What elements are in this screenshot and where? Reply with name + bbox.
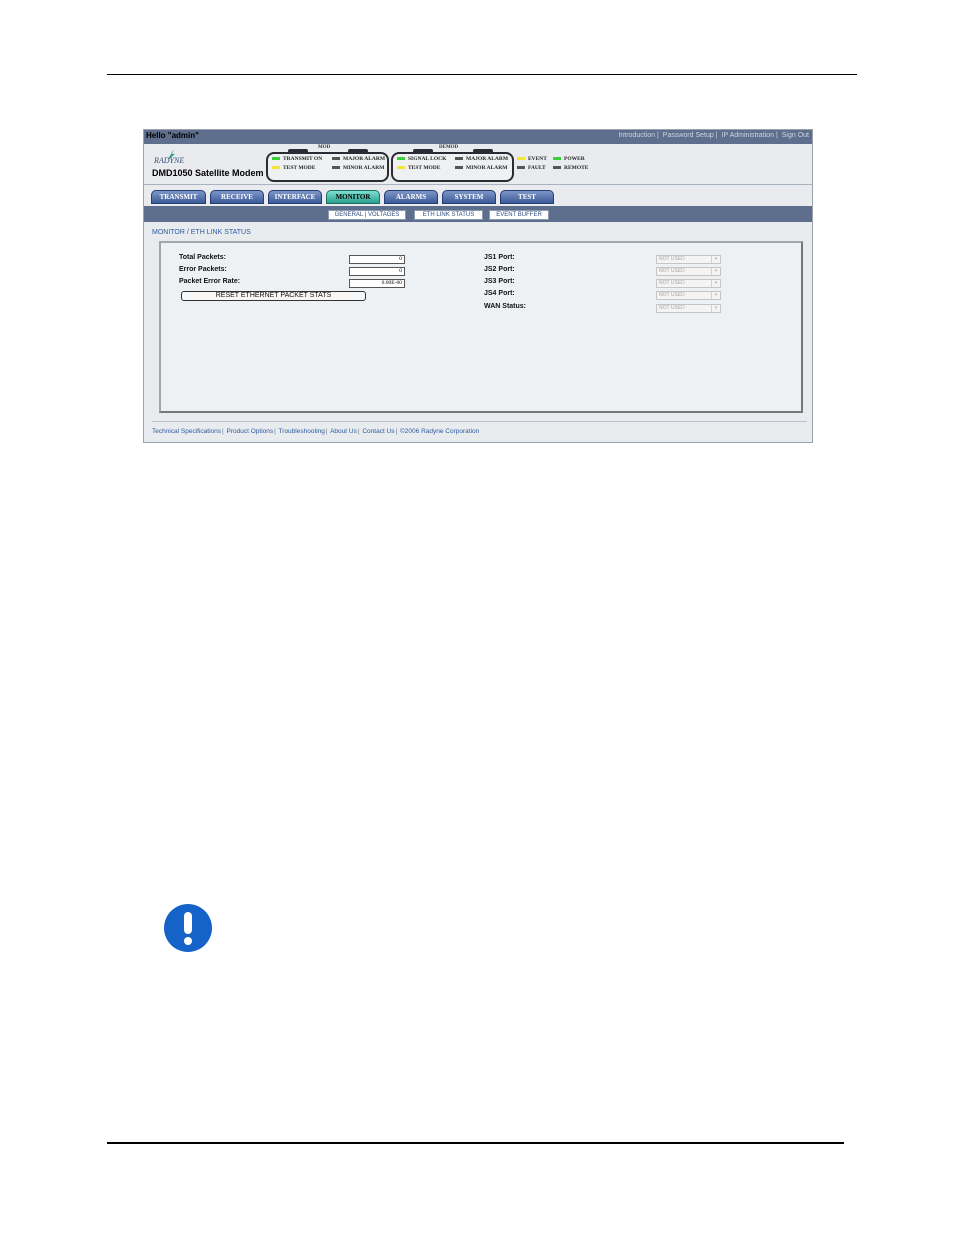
led-mod-major-alarm: MAJOR ALARM bbox=[332, 156, 385, 162]
footer-links: Technical Specifications| Product Option… bbox=[152, 428, 480, 435]
js3-port-select[interactable]: NOT USED ▾ bbox=[656, 279, 721, 288]
js1-port-select[interactable]: NOT USED ▾ bbox=[656, 255, 721, 264]
logo-text: RADYNE bbox=[154, 156, 185, 165]
led-demod-test-mode: TEST MODE bbox=[397, 165, 440, 171]
js2-port-label: JS2 Port: bbox=[484, 266, 515, 273]
led-mod-test-mode: TEST MODE bbox=[272, 165, 315, 171]
subtab-general-voltages[interactable]: GENERAL | VOLTAGES bbox=[328, 210, 406, 220]
led-remote: REMOTE bbox=[553, 165, 588, 171]
footer-contact-us[interactable]: Contact Us bbox=[362, 428, 394, 435]
chevron-down-icon: ▾ bbox=[711, 292, 720, 299]
led-green-icon bbox=[397, 157, 405, 161]
led-fault: FAULT bbox=[517, 165, 546, 171]
chevron-down-icon: ▾ bbox=[711, 268, 720, 275]
footer-about-us[interactable]: About Us bbox=[330, 428, 357, 435]
led-gray-icon bbox=[332, 166, 340, 170]
top-links: Introduction | Password Setup | IP Adminis… bbox=[618, 132, 809, 139]
link-sign-out[interactable]: Sign Out bbox=[782, 132, 809, 139]
footer-product-options[interactable]: Product Options bbox=[227, 428, 274, 435]
error-packets-value: 0 bbox=[349, 267, 405, 276]
error-packets-label: Error Packets: bbox=[179, 266, 227, 273]
packet-error-rate-label: Packet Error Rate: bbox=[179, 278, 241, 285]
subtab-event-buffer[interactable]: EVENT BUFFER bbox=[489, 210, 549, 220]
led-transmit-on: TRANSMIT ON bbox=[272, 156, 322, 162]
tab-system[interactable]: SYSTEM bbox=[442, 190, 496, 204]
sub-tab-bar: GENERAL | VOLTAGES ETH LINK STATUS EVENT… bbox=[144, 208, 812, 222]
tab-interface[interactable]: INTERFACE bbox=[268, 190, 322, 204]
page-header-rule bbox=[107, 74, 857, 75]
tab-alarms[interactable]: ALARMS bbox=[384, 190, 438, 204]
led-mod-minor-alarm: MINOR ALARM bbox=[332, 165, 384, 171]
exclamation-icon bbox=[164, 904, 212, 952]
wan-status-label: WAN Status: bbox=[484, 303, 526, 310]
eth-status-panel: Total Packets: 0 Error Packets: 0 Packet… bbox=[159, 241, 803, 413]
js4-port-label: JS4 Port: bbox=[484, 290, 515, 297]
modem-web-ui-screenshot: Hello "admin" Introduction | Password Set… bbox=[143, 129, 813, 443]
chevron-down-icon: ▾ bbox=[711, 256, 720, 263]
link-introduction[interactable]: Introduction bbox=[618, 132, 655, 139]
reset-ethernet-stats-button[interactable]: RESET ETHERNET PACKET STATS bbox=[181, 291, 366, 301]
js1-port-label: JS1 Port: bbox=[484, 254, 515, 261]
led-demod-major-alarm: MAJOR ALARM bbox=[455, 156, 508, 162]
demod-status-group: DEMOD SIGNAL LOCK MAJOR ALARM TEST MODE … bbox=[391, 145, 514, 182]
js2-port-select[interactable]: NOT USED ▾ bbox=[656, 267, 721, 276]
page-footer-rule bbox=[107, 1142, 844, 1144]
js3-port-label: JS3 Port: bbox=[484, 278, 515, 285]
tab-test[interactable]: TEST bbox=[500, 190, 554, 204]
footer-rule bbox=[152, 421, 807, 422]
breadcrumb: MONITOR / ETH LINK STATUS bbox=[152, 229, 251, 236]
led-gray-icon bbox=[553, 166, 561, 170]
led-power: POWER bbox=[553, 156, 585, 162]
header: RADYNE DMD1050 Satellite Modem MOD TRANS… bbox=[144, 144, 812, 185]
demod-title: DEMOD bbox=[439, 145, 459, 150]
footer-troubleshooting[interactable]: Troubleshooting bbox=[279, 428, 325, 435]
chevron-down-icon: ▾ bbox=[711, 280, 720, 287]
tab-receive[interactable]: RECEIVE bbox=[210, 190, 264, 204]
subtab-eth-link-status[interactable]: ETH LINK STATUS bbox=[414, 210, 483, 220]
main-tab-bar: TRANSMIT RECEIVE INTERFACE MONITOR ALARM… bbox=[144, 186, 812, 208]
led-green-icon bbox=[553, 157, 561, 161]
mod-status-group: MOD TRANSMIT ON MAJOR ALARM TEST MODE MI… bbox=[266, 145, 389, 182]
footer-copyright: ©2006 Radyne Corporation bbox=[400, 428, 480, 435]
led-signal-lock: SIGNAL LOCK bbox=[397, 156, 446, 162]
led-gray-icon bbox=[332, 157, 340, 161]
packet-error-rate-value: 0.00E-00 bbox=[349, 279, 405, 288]
total-packets-label: Total Packets: bbox=[179, 254, 226, 261]
mod-title: MOD bbox=[318, 145, 331, 150]
led-yellow-icon bbox=[272, 166, 280, 170]
wan-status-select[interactable]: NOT USED ▾ bbox=[656, 304, 721, 313]
led-gray-icon bbox=[455, 157, 463, 161]
footer-technical-specifications[interactable]: Technical Specifications bbox=[152, 428, 221, 435]
led-yellow-icon bbox=[517, 157, 525, 161]
js4-port-select[interactable]: NOT USED ▾ bbox=[656, 291, 721, 300]
tab-transmit[interactable]: TRANSMIT bbox=[151, 190, 206, 204]
led-green-icon bbox=[272, 157, 280, 161]
led-yellow-icon bbox=[397, 166, 405, 170]
chevron-down-icon: ▾ bbox=[711, 305, 720, 312]
led-gray-icon bbox=[517, 166, 525, 170]
total-packets-value: 0 bbox=[349, 255, 405, 264]
link-password-setup[interactable]: Password Setup bbox=[663, 132, 714, 139]
top-bar: Hello "admin" Introduction | Password Set… bbox=[144, 130, 812, 144]
led-gray-icon bbox=[455, 166, 463, 170]
link-ip-administration[interactable]: IP Administration bbox=[722, 132, 774, 139]
tab-monitor[interactable]: MONITOR bbox=[326, 190, 380, 204]
product-name: DMD1050 Satellite Modem bbox=[152, 168, 264, 178]
led-event: EVENT bbox=[517, 156, 547, 162]
led-demod-minor-alarm: MINOR ALARM bbox=[455, 165, 507, 171]
greeting: Hello "admin" bbox=[146, 131, 199, 140]
